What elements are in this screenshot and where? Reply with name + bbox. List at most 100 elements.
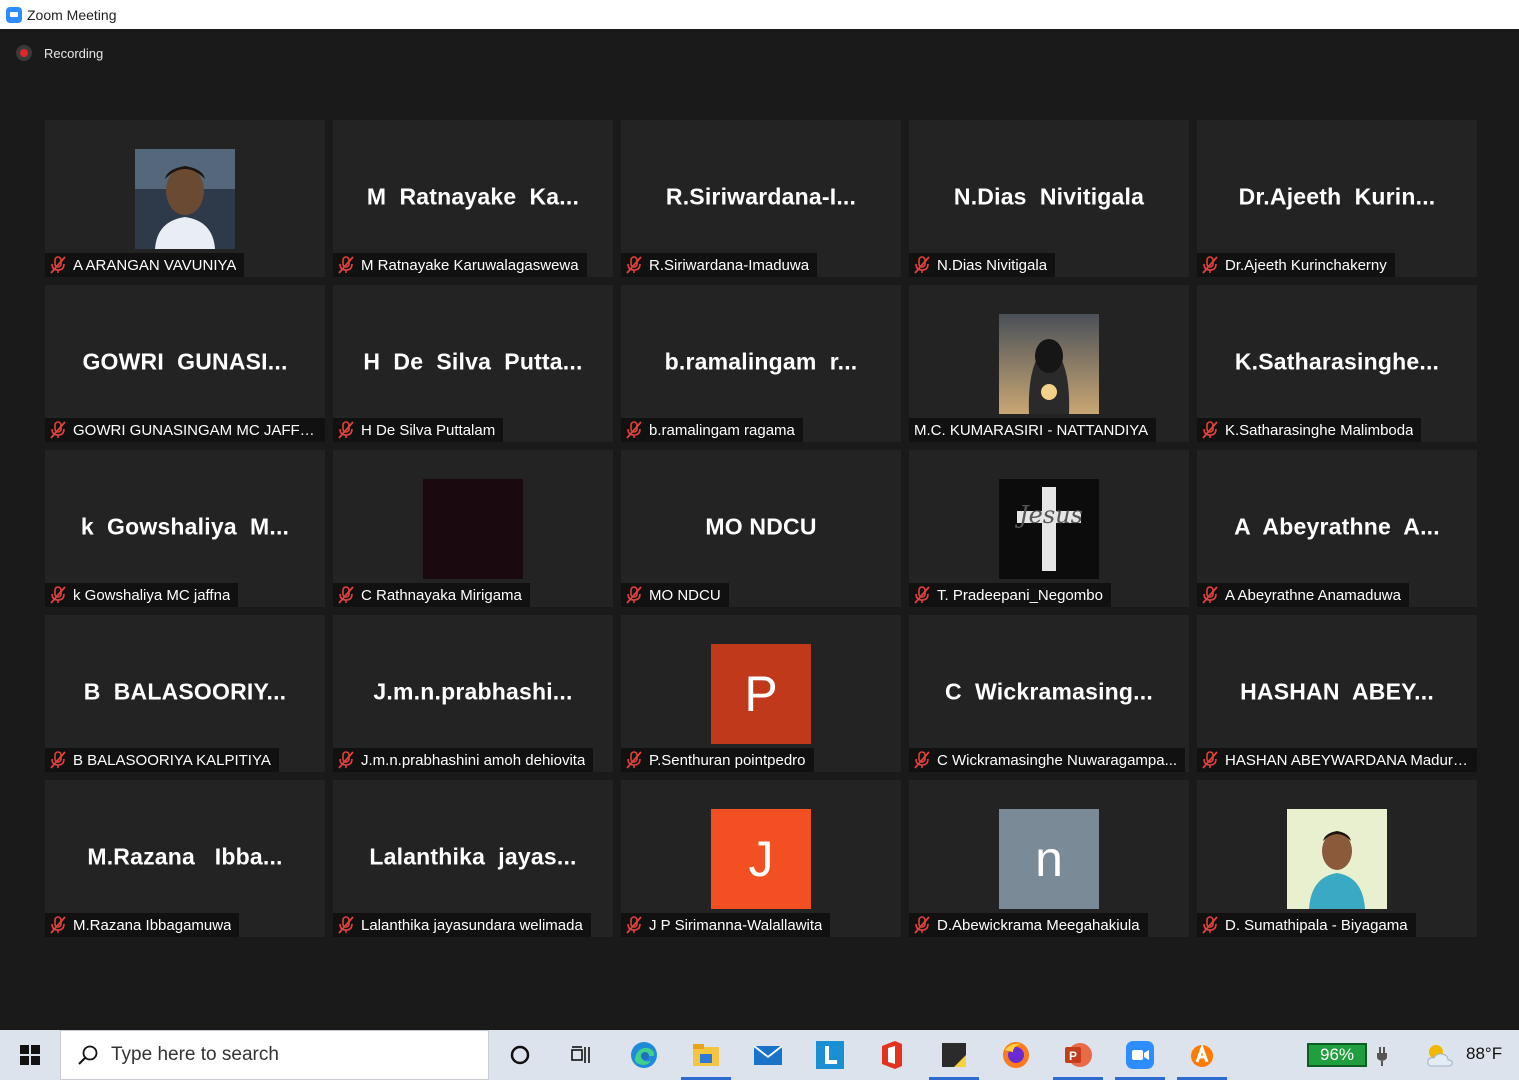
participant-tile[interactable]: B BALASOORIY... B BALASOORIYA KALPITIYA [45, 615, 325, 772]
avatar-letter: P [711, 644, 811, 744]
participant-tile[interactable]: MO NDCU MO NDCU [621, 450, 901, 607]
battery-indicator[interactable]: 96% [1307, 1043, 1367, 1067]
participant-tile[interactable]: Dr.Ajeeth Kurin... Dr.Ajeeth Kurinchakern… [1197, 120, 1477, 277]
participant-name: b.ramalingam ragama [649, 421, 795, 439]
zoom-icon[interactable] [1109, 1030, 1171, 1080]
participant-tile[interactable]: k Gowshaliya M... k Gowshaliya MC jaffna [45, 450, 325, 607]
mic-muted-icon [50, 256, 66, 274]
participant-tile[interactable]: HASHAN ABEY... HASHAN ABEYWARDANA Madura.… [1197, 615, 1477, 772]
participant-tile[interactable]: K.Satharasinghe... K.Satharasinghe Malimb… [1197, 285, 1477, 442]
participant-name: M.C. KUMARASIRI - NATTANDIYA [914, 421, 1149, 439]
start-button[interactable] [0, 1030, 60, 1080]
mic-muted-icon [914, 751, 930, 769]
taskbar-search[interactable]: Type here to search [60, 1030, 489, 1080]
participant-name: J.m.n.prabhashini amoh dehiovita [361, 751, 586, 769]
participant-display-name: M Ratnayake Ka... [366, 183, 580, 209]
mic-muted-icon [50, 751, 66, 769]
participant-name: GOWRI GUNASINGAM MC JAFFNA [73, 421, 317, 439]
participant-name: A Abeyrathne Anamaduwa [1225, 586, 1401, 604]
sticky-notes-icon[interactable] [923, 1030, 985, 1080]
participant-tile[interactable]: P P.Senthuran pointpedro [621, 615, 901, 772]
l-app-icon[interactable] [799, 1030, 861, 1080]
participant-display-name: N.Dias Nivitigala [953, 183, 1145, 209]
participant-display-name: J.m.n.prabhashi... [373, 678, 573, 704]
office-icon[interactable] [861, 1030, 923, 1080]
mic-muted-icon [626, 586, 642, 604]
participant-nameplate: C Wickramasinghe Nuwaragampa... [909, 748, 1186, 772]
participant-display-name: A Abeyrathne A... [1234, 513, 1440, 539]
mic-muted-icon [626, 916, 642, 934]
participant-nameplate: B BALASOORIYA KALPITIYA [45, 748, 279, 772]
record-dot-icon [16, 45, 32, 61]
mic-muted-icon [626, 256, 642, 274]
cortana-icon[interactable] [489, 1030, 551, 1080]
mic-muted-icon [338, 256, 354, 274]
participant-avatar [999, 314, 1099, 414]
temperature-label[interactable]: 88°F [1466, 1044, 1502, 1064]
mic-muted-icon [50, 586, 66, 604]
participant-nameplate: R.Siriwardana-Imaduwa [621, 253, 818, 277]
participant-display-name: B BALASOORIY... [83, 678, 287, 704]
participant-display-name: MO NDCU [705, 513, 817, 539]
task-view-icon[interactable] [551, 1030, 613, 1080]
participant-name: Dr.Ajeeth Kurinchakerny [1225, 256, 1387, 274]
participant-display-name: C Wickramasing... [945, 678, 1153, 704]
edge-icon[interactable] [613, 1030, 675, 1080]
participant-name: k Gowshaliya MC jaffna [73, 586, 231, 604]
participant-name: K.Satharasinghe Malimboda [1225, 421, 1414, 439]
participant-display-name: HASHAN ABEY... [1240, 678, 1434, 704]
participant-tile[interactable]: Jesus T. Pradeepani_Negombo [909, 450, 1189, 607]
participant-name: N.Dias Nivitigala [937, 256, 1048, 274]
participant-nameplate: A Abeyrathne Anamaduwa [1197, 583, 1409, 607]
participant-tile[interactable]: D. Sumathipala - Biyagama [1197, 780, 1477, 937]
mic-muted-icon [914, 586, 930, 604]
participant-tile[interactable]: GOWRI GUNASI... GOWRI GUNASINGAM MC JAFFN… [45, 285, 325, 442]
participant-nameplate: N.Dias Nivitigala [909, 253, 1056, 277]
participant-tile[interactable]: N.Dias Nivitigala N.Dias Nivitigala [909, 120, 1189, 277]
participant-nameplate: T. Pradeepani_Negombo [909, 583, 1111, 607]
participant-nameplate: GOWRI GUNASINGAM MC JAFFNA [45, 418, 325, 442]
participant-tile[interactable]: J J P Sirimanna-Walallawita [621, 780, 901, 937]
participant-tile[interactable]: M.C. KUMARASIRI - NATTANDIYA [909, 285, 1189, 442]
svg-text:P: P [1069, 1049, 1077, 1063]
window-title: Zoom Meeting [27, 6, 117, 23]
participant-nameplate: Dr.Ajeeth Kurinchakerny [1197, 253, 1395, 277]
powerpoint-icon[interactable]: P [1047, 1030, 1109, 1080]
participant-name: B BALASOORIYA KALPITIYA [73, 751, 271, 769]
participant-tile[interactable]: Lalanthika jayas... Lalanthika jayasundar… [333, 780, 613, 937]
participant-tile[interactable]: M Ratnayake Ka... M Ratnayake Karuwalagas… [333, 120, 613, 277]
participant-nameplate: b.ramalingam ragama [621, 418, 803, 442]
participant-tile[interactable]: A ARANGAN VAVUNIYA [45, 120, 325, 277]
firefox-icon[interactable] [985, 1030, 1047, 1080]
recording-label: Recording [44, 45, 104, 61]
participant-display-name: R.Siriwardana-I... [665, 183, 857, 209]
participant-tile[interactable]: J.m.n.prabhashi... J.m.n.prabhashini amoh… [333, 615, 613, 772]
participant-nameplate: MO NDCU [621, 583, 729, 607]
participant-tile[interactable]: M.Razana Ibba... M.Razana Ibbagamuwa [45, 780, 325, 937]
mail-icon[interactable] [737, 1030, 799, 1080]
participant-tile[interactable]: A Abeyrathne A... A Abeyrathne Anamaduwa [1197, 450, 1477, 607]
recording-indicator[interactable]: Recording [16, 45, 103, 61]
weather-icon[interactable] [1424, 1040, 1456, 1072]
participant-nameplate: J P Sirimanna-Walallawita [621, 913, 831, 937]
file-explorer-icon[interactable] [675, 1030, 737, 1080]
participant-avatar: Jesus [999, 479, 1099, 579]
participant-tile[interactable]: C Rathnayaka Mirigama [333, 450, 613, 607]
participant-tile[interactable]: H De Silva Putta... H De Silva Puttalam [333, 285, 613, 442]
participant-avatar [1287, 809, 1387, 909]
participant-display-name: b.ramalingam r... [664, 348, 858, 374]
participant-name: T. Pradeepani_Negombo [937, 586, 1103, 604]
mic-muted-icon [338, 586, 354, 604]
participant-nameplate: D. Sumathipala - Biyagama [1197, 913, 1416, 937]
zoom-logo-icon [6, 6, 22, 23]
participant-nameplate: H De Silva Puttalam [333, 418, 504, 442]
participant-tile[interactable]: C Wickramasing... C Wickramasinghe Nuwara… [909, 615, 1189, 772]
participant-tile[interactable]: n D.Abewickrama Meegahakiula [909, 780, 1189, 937]
mic-muted-icon [626, 421, 642, 439]
participant-display-name: M.Razana Ibba... [87, 843, 283, 869]
participant-name: P.Senthuran pointpedro [649, 751, 806, 769]
avast-icon[interactable] [1171, 1030, 1233, 1080]
windows-icon [20, 1045, 40, 1065]
participant-tile[interactable]: R.Siriwardana-I... R.Siriwardana-Imaduwa [621, 120, 901, 277]
participant-tile[interactable]: b.ramalingam r... b.ramalingam ragama [621, 285, 901, 442]
